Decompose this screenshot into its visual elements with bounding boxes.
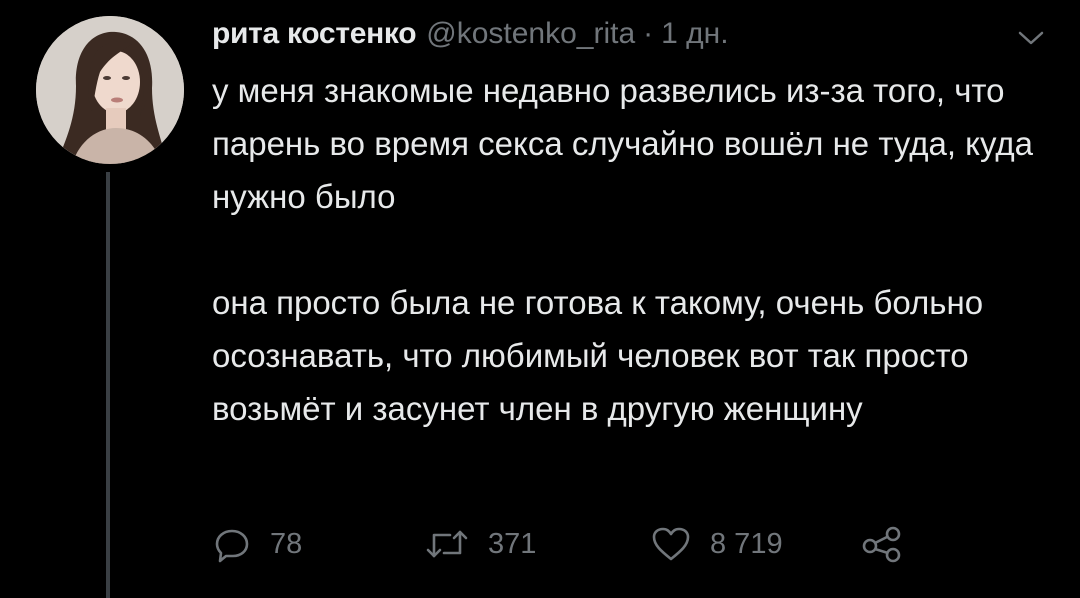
share-icon: [860, 524, 904, 564]
tweet-header: рита костенко @kostenko_rita · 1 дн.: [212, 12, 729, 56]
thread-line: [106, 172, 110, 598]
retweet-count: 371: [488, 527, 537, 560]
tweet-paragraph: у меня знакомые недавно развелись из-за …: [212, 72, 1033, 215]
reply-button[interactable]: 78: [212, 520, 302, 568]
tweet-paragraph: она просто была не готова к такому, очен…: [212, 284, 984, 427]
tweet-text: у меня знакомые недавно развелись из-за …: [212, 64, 1062, 435]
chevron-down-icon[interactable]: [1016, 28, 1046, 48]
reply-icon: [212, 524, 252, 564]
author-handle[interactable]: @kostenko_rita: [426, 12, 635, 56]
like-count: 8 719: [710, 527, 783, 560]
avatar[interactable]: [36, 16, 184, 164]
tweet-actions: 78 371 8 719: [212, 520, 932, 568]
tweet-time[interactable]: 1 дн.: [661, 12, 728, 56]
retweet-icon: [424, 524, 470, 564]
author-name[interactable]: рита костенко: [212, 12, 417, 56]
like-icon: [650, 524, 692, 564]
retweet-button[interactable]: 371: [424, 520, 536, 568]
like-button[interactable]: 8 719: [650, 520, 783, 568]
reply-count: 78: [270, 527, 303, 560]
separator-dot: ·: [643, 17, 654, 50]
share-button[interactable]: [860, 520, 904, 568]
